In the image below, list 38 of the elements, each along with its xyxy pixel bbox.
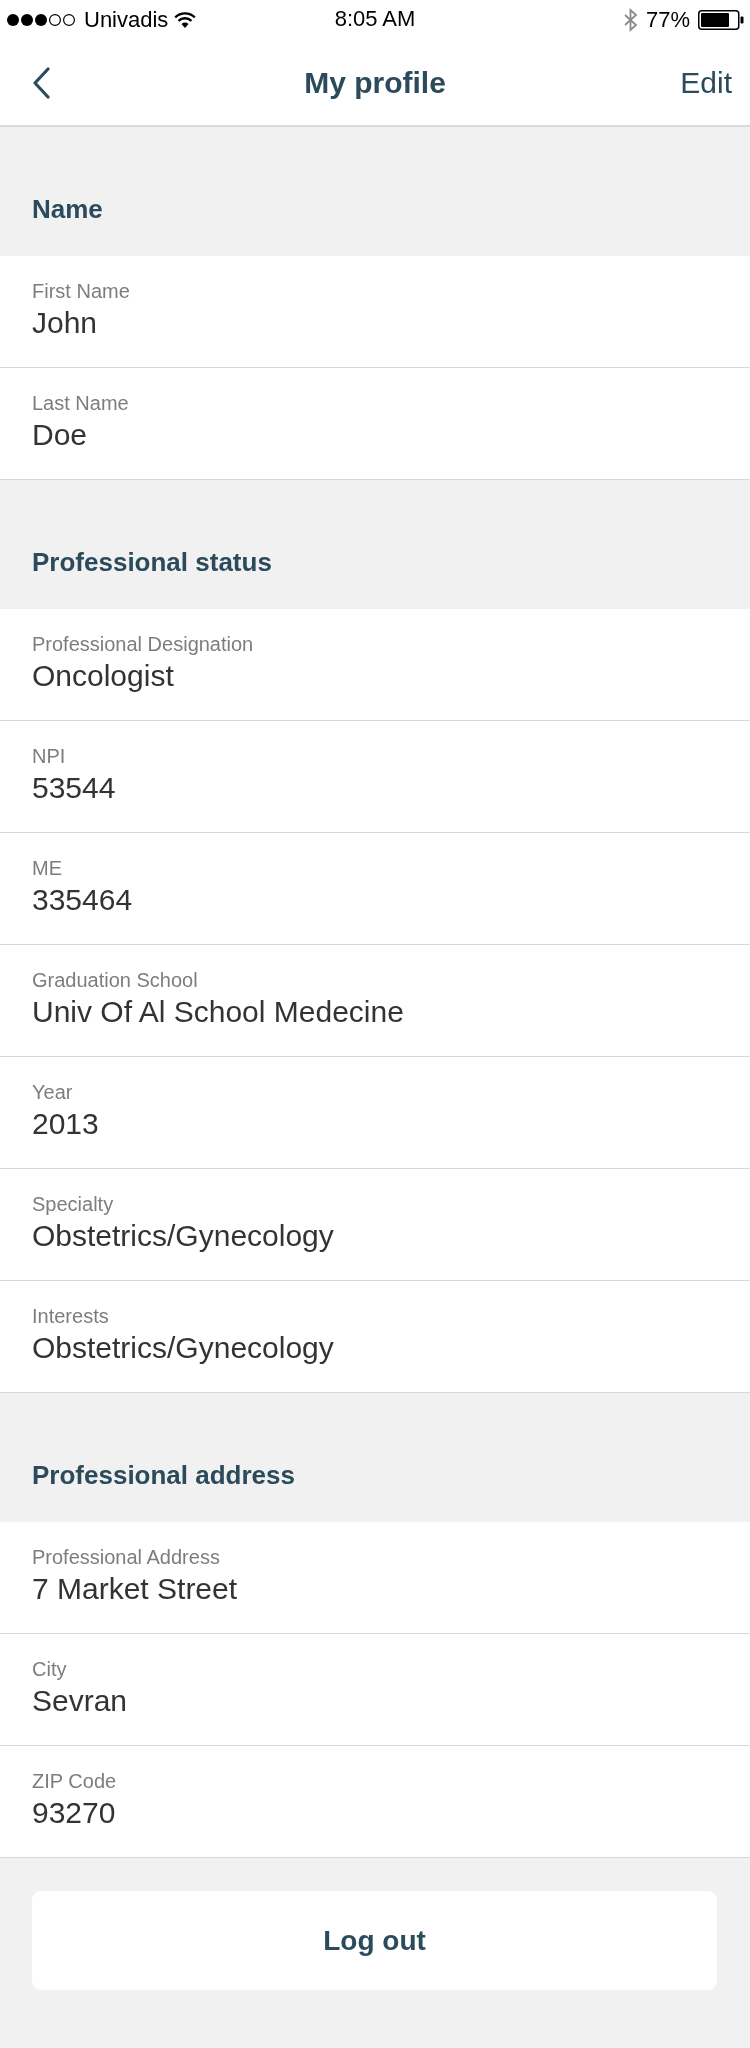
field-label: NPI xyxy=(32,744,66,769)
signal-strength-icon xyxy=(6,13,78,27)
status-time: 8:05 AM xyxy=(334,8,416,30)
field-label: Last Name xyxy=(32,391,129,416)
field-label: Year xyxy=(32,1080,73,1105)
section-heading: Professional status xyxy=(32,546,272,578)
field-label: First Name xyxy=(32,279,130,304)
section-heading: Name xyxy=(32,193,103,225)
field-value: John xyxy=(32,305,98,341)
battery-icon xyxy=(698,10,744,30)
field-label: ME xyxy=(32,856,62,881)
field-label: Professional Designation xyxy=(32,632,254,657)
field-label: Specialty xyxy=(32,1192,114,1217)
chevron-left-icon xyxy=(32,66,50,99)
carrier-name: Univadis xyxy=(84,9,169,31)
field-value: Oncologist xyxy=(32,658,174,694)
field-value: 53544 xyxy=(32,770,116,806)
field-label: City xyxy=(32,1657,67,1682)
logout-button[interactable]: Log out xyxy=(32,1891,717,1990)
field-label: Interests xyxy=(32,1304,109,1329)
wifi-icon xyxy=(174,12,197,28)
section-heading: Professional address xyxy=(32,1459,295,1491)
bluetooth-icon xyxy=(623,8,638,32)
edit-button[interactable]: Edit xyxy=(680,67,734,98)
battery-percentage: 77% xyxy=(645,9,690,31)
field-value: Univ Of Al School Medecine xyxy=(32,994,404,1030)
page-title: My profile xyxy=(304,67,446,98)
field-value: Sevran xyxy=(32,1683,128,1719)
field-label: Professional Address xyxy=(32,1545,220,1570)
field-label: Graduation School xyxy=(32,968,198,993)
field-value: 2013 xyxy=(32,1106,99,1142)
field-label: ZIP Code xyxy=(32,1769,117,1794)
field-value: 335464 xyxy=(32,882,133,918)
field-value: 7 Market Street xyxy=(32,1571,238,1607)
field-value: 93270 xyxy=(32,1795,116,1831)
field-value: Obstetrics/Gynecology xyxy=(32,1330,334,1366)
field-value: Obstetrics/Gynecology xyxy=(32,1218,334,1254)
field-value: Doe xyxy=(32,417,88,453)
